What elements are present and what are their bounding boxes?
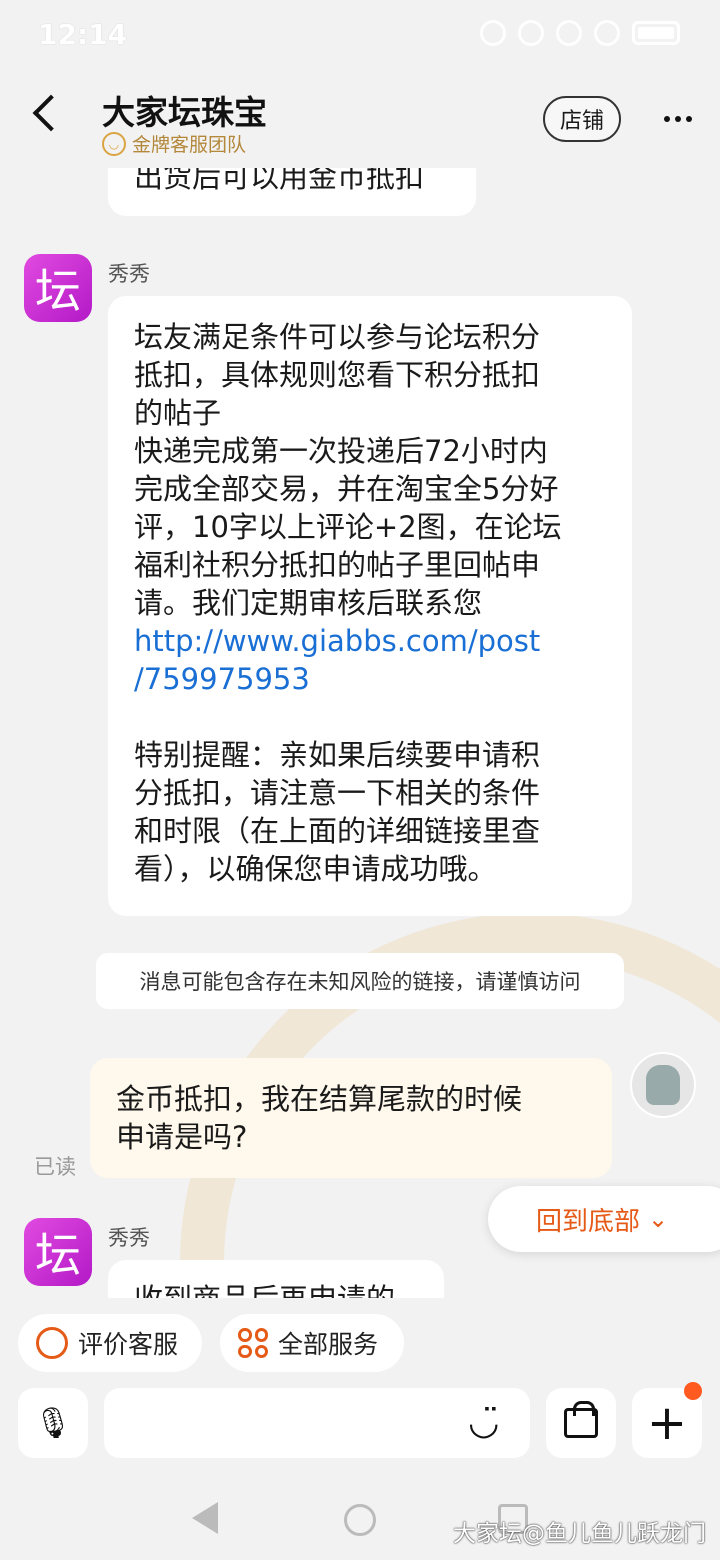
post-link-continued[interactable]: /759975953 <box>134 660 606 698</box>
more-options-icon[interactable] <box>664 116 692 122</box>
reminder-line: 看），以确保您申请成功哦。 <box>134 852 497 886</box>
system-nav-bar: 大家坛@鱼儿鱼儿跃龙门 <box>0 1480 720 1560</box>
plus-icon: + <box>646 1395 688 1451</box>
post-link[interactable]: http://www.giabbs.com/post <box>134 622 606 660</box>
rate-service-button[interactable]: 评价客服 <box>18 1314 202 1372</box>
message-bubble-partial: 出货后可以用金币抵扣 <box>108 168 476 216</box>
message-line: 评，10字以上评论+2图，在论坛 <box>134 510 562 544</box>
data-speed-icon <box>480 20 506 46</box>
shop-name[interactable]: 大家坛珠宝 <box>102 86 267 134</box>
my-message-bubble: 金币抵扣，我在结算尾款的时候 申请是吗? <box>90 1058 612 1178</box>
sender-name: 秀秀 <box>108 1226 150 1250</box>
signal-icon <box>594 20 620 46</box>
mute-icon <box>556 20 582 46</box>
message-bubble-rules: 坛友满足条件可以参与论坛积分 抵扣，具体规则您看下积分抵扣 的帖子 快递完成第一… <box>108 296 632 916</box>
chat-area[interactable]: 出货后可以用金币抵扣 坛 秀秀 坛友满足条件可以参与论坛积分 抵扣，具体规则您看… <box>0 168 720 1298</box>
message-line: 快递完成第一次投递后72小时内 <box>134 434 548 468</box>
nav-home-icon[interactable] <box>344 1504 376 1536</box>
nav-back-icon[interactable] <box>192 1502 218 1534</box>
status-icons <box>480 20 680 46</box>
shopping-bag-icon <box>564 1401 598 1438</box>
message-line: 申请是吗? <box>116 1120 248 1154</box>
double-chevron-down-icon: ⌄ <box>648 1205 669 1233</box>
back-to-bottom-label: 回到底部 <box>536 1206 641 1237</box>
notification-dot <box>684 1382 702 1400</box>
rate-service-label: 评价客服 <box>78 1330 179 1359</box>
microphone-icon: 🎙 <box>33 1405 73 1441</box>
store-button[interactable]: 店铺 <box>543 96 621 142</box>
voice-input-button[interactable]: 🎙 <box>18 1388 88 1458</box>
message-line: 请。我们定期审核后联系您 <box>134 586 483 620</box>
sender-name: 秀秀 <box>108 262 150 286</box>
message-line: 福利社积分抵扣的帖子里回帖申 <box>134 548 541 582</box>
user-avatar[interactable] <box>630 1052 696 1118</box>
service-badge: ◡ 金牌客服团队 <box>102 130 246 157</box>
shop-avatar[interactable]: 坛 <box>24 1218 92 1286</box>
back-arrow-icon[interactable] <box>32 94 70 132</box>
services-grid-icon <box>238 1328 268 1358</box>
message-line: 的帖子 <box>134 396 222 430</box>
shop-avatar[interactable]: 坛 <box>24 254 92 322</box>
shopping-bag-button[interactable] <box>546 1388 616 1458</box>
message-line: 金币抵扣，我在结算尾款的时候 <box>116 1082 523 1116</box>
reminder-line: 和时限（在上面的详细链接里查 <box>134 814 541 848</box>
emoji-icon[interactable]: ◡̈ <box>468 1402 499 1443</box>
chat-header: 大家坛珠宝 ◡ 金牌客服团队 店铺 <box>0 72 720 168</box>
reminder-line: 特别提醒：亲如果后续要申请积 <box>134 738 541 772</box>
badge-label: 金牌客服团队 <box>132 134 247 156</box>
battery-icon <box>632 21 680 45</box>
status-time: 12:14 <box>38 18 128 51</box>
watermark-credit: 大家坛@鱼儿鱼儿跃龙门 <box>453 1521 706 1547</box>
all-services-button[interactable]: 全部服务 <box>220 1314 404 1372</box>
risk-notice: 消息可能包含存在未知风险的链接，请谨慎访问 <box>96 953 624 1009</box>
message-bubble-partial: 收到商品后再申请的 <box>108 1260 444 1298</box>
input-bar: 🎙 ◡̈ + <box>0 1382 720 1468</box>
quick-actions-bar: 评价客服 全部服务 <box>0 1298 720 1388</box>
back-to-bottom-button[interactable]: 回到底部 ⌄ <box>488 1186 720 1252</box>
status-bar: 12:14 <box>0 0 720 72</box>
message-line: 完成全部交易，并在淘宝全5分好 <box>134 472 559 506</box>
message-input[interactable] <box>104 1388 530 1458</box>
read-status: 已读 <box>34 1155 76 1179</box>
smile-icon <box>36 1327 68 1359</box>
gold-service-icon: ◡ <box>102 131 126 156</box>
all-services-label: 全部服务 <box>278 1330 379 1359</box>
message-line: 抵扣，具体规则您看下积分抵扣 <box>134 358 541 392</box>
reminder-line: 分抵扣，请注意一下相关的条件 <box>134 776 541 810</box>
message-line: 坛友满足条件可以参与论坛积分 <box>134 320 541 354</box>
nfc-icon <box>518 20 544 46</box>
